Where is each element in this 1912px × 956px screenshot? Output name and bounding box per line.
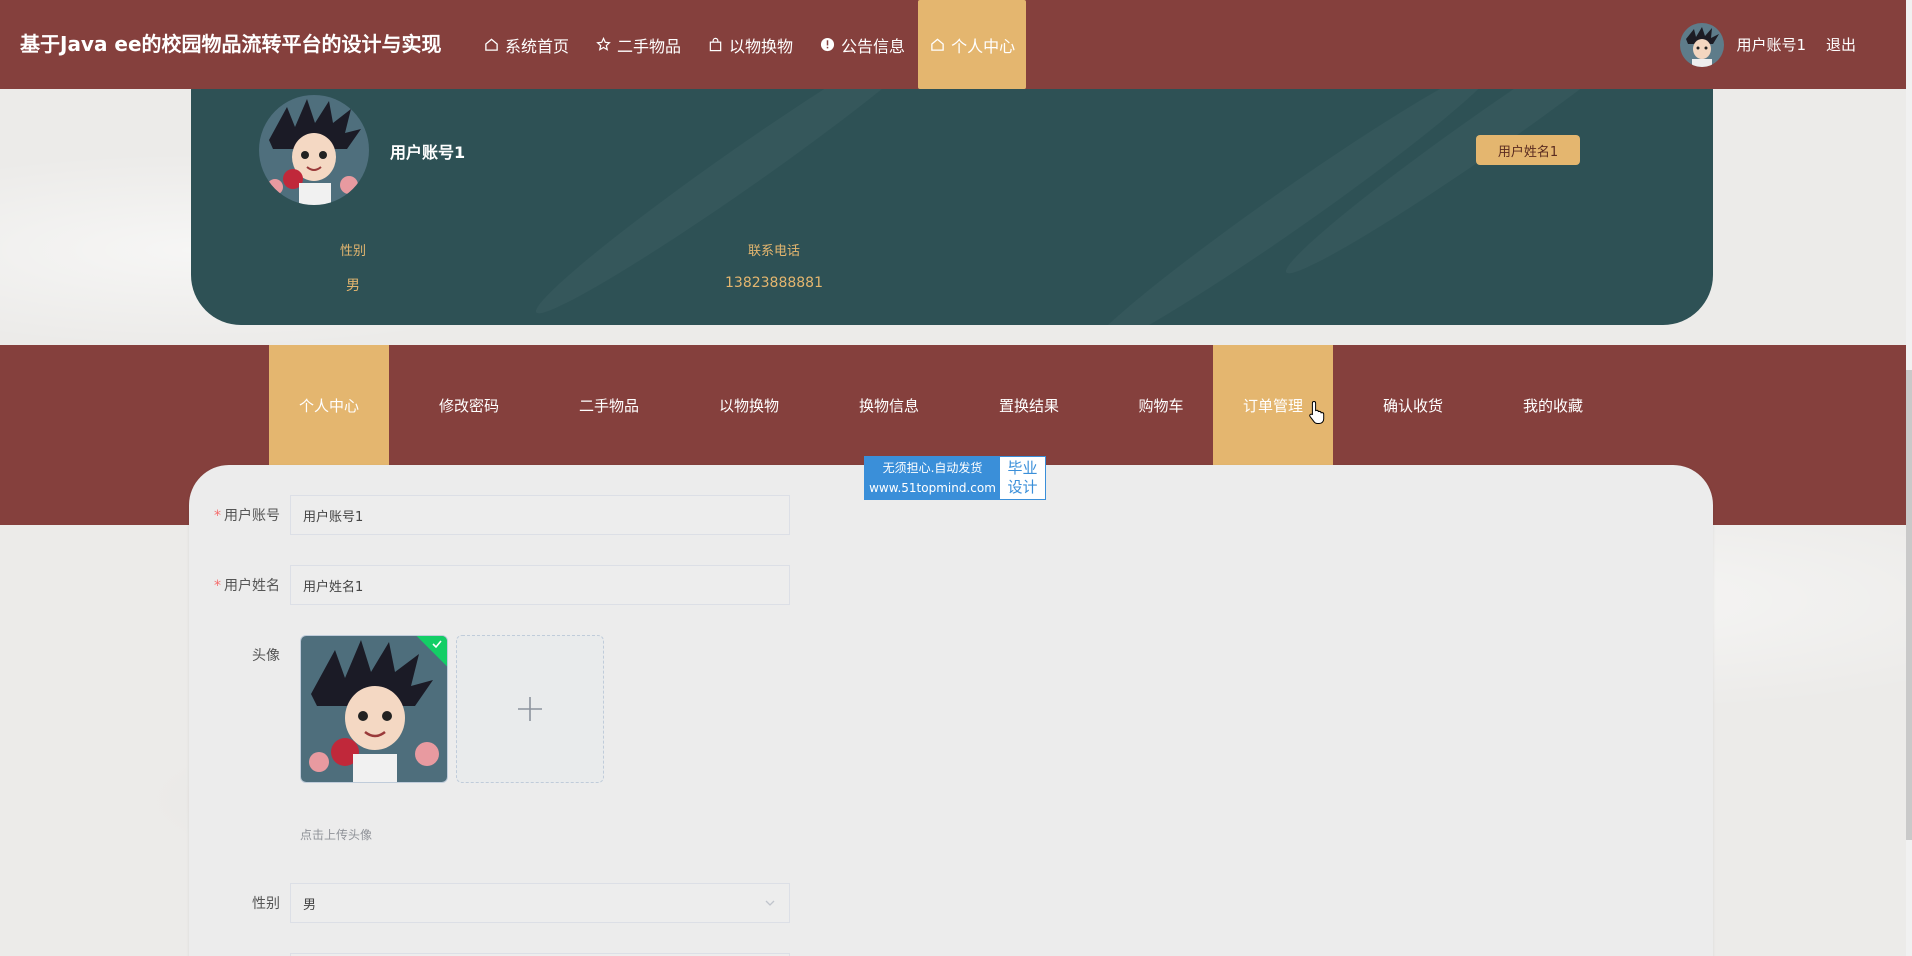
logout-link[interactable]: 退出 [1826,34,1856,55]
gender-row: 性别 男 [189,883,790,923]
page-scrollbar[interactable] [1906,0,1912,956]
menu-label: 个人中心 [298,396,359,415]
gender-value: 男 [346,278,360,294]
profile-card: 用户账号1 用户姓名1 性别 男 联系电话 13823888881 [191,89,1713,325]
username[interactable]: 用户账号1 [1736,34,1806,55]
home-icon [483,37,499,53]
nav-label: 系统首页 [505,36,570,56]
phone-label: 联系电话 [747,244,800,259]
name-badge: 用户姓名1 [1476,135,1580,165]
watermark-line1: 无须担心.自动发货 [882,461,983,475]
menu-label: 置换结果 [998,396,1059,415]
menu-cart[interactable]: 购物车 [1109,345,1213,465]
upload-tip: 点击上传头像 [300,828,373,842]
user-area: 用户账号1 退出 [1680,0,1856,89]
home-icon [929,37,945,53]
gender-selected-value: 男 [303,897,317,913]
nav-label: 个人中心 [951,36,1016,56]
star-icon [595,37,611,53]
watermark-line2: www.51topmind.com [869,481,996,495]
top-navbar: 基于Java ee的校园物品流转平台的设计与实现 系统首页 二手物品 以物换物 … [0,0,1906,89]
hand-cursor-icon [1309,400,1325,424]
name-label: * 用户姓名 [214,578,280,594]
account-row: * 用户账号 用户账号1 [189,495,790,535]
watermark-right2: 设计 [1007,478,1038,496]
top-nav: 系统首页 二手物品 以物换物 公告信息 个人中心 [470,0,1027,89]
scrollbar-thumb[interactable] [1906,370,1912,840]
watermark-right1: 毕业 [1007,459,1038,477]
account-label: * 用户账号 [214,508,280,524]
avatar-upload-button[interactable] [456,635,604,783]
background-decoration [1075,89,1508,325]
nav-label: 二手物品 [617,36,682,56]
nav-label: 公告信息 [841,36,906,56]
menu-personal-center[interactable]: 个人中心 [269,345,389,465]
menu-favorites[interactable]: 我的收藏 [1493,345,1613,465]
chevron-down-icon [765,900,775,906]
gender-label: 性别 [339,244,366,259]
bag-icon [707,37,723,53]
name-input[interactable]: 用户姓名1 [290,565,790,605]
menu-label: 以物换物 [718,396,779,415]
menu-exchange[interactable]: 以物换物 [669,345,829,465]
menu-label: 换物信息 [858,396,919,415]
phone-value: 13823888881 [725,275,823,291]
menu-exchange-result[interactable]: 置换结果 [949,345,1109,465]
avatar-row: 头像 [189,645,290,665]
menu-label: 确认收货 [1382,396,1443,415]
menu-label: 订单管理 [1242,396,1303,415]
nav-exchange[interactable]: 以物换物 [694,0,806,89]
watermark-badge: 无须担心.自动发货 www.51topmind.com 毕业 设计 [864,456,1046,500]
profile-form: * 用户账号 用户账号1 * 用户姓名 用户姓名1 头像 点击上传头像 性别 男 [189,465,1713,956]
gender-info: 性别 男 [333,240,373,295]
menu-secondhand[interactable]: 二手物品 [549,345,669,465]
check-icon [432,640,442,649]
nav-personal-center[interactable]: 个人中心 [918,0,1027,89]
nav-secondhand[interactable]: 二手物品 [582,0,694,89]
alert-circle-icon [819,37,835,53]
menu-confirm-receipt[interactable]: 确认收货 [1333,345,1493,465]
gender-label: 性别 [252,896,280,912]
name-row: * 用户姓名 用户姓名1 [189,565,790,605]
nav-home[interactable]: 系统首页 [470,0,582,89]
avatar[interactable] [1680,22,1725,67]
account-input[interactable]: 用户账号1 [290,495,790,535]
avatar-thumbnail[interactable] [300,635,448,783]
menu-label: 二手物品 [578,396,639,415]
nav-notice[interactable]: 公告信息 [806,0,918,89]
profile-account: 用户账号1 [390,143,466,162]
personal-menu: 个人中心 修改密码 二手物品 以物换物 换物信息 置换结果 购物车 订单管理 确… [269,345,1613,465]
menu-change-password[interactable]: 修改密码 [389,345,549,465]
menu-label: 我的收藏 [1522,396,1583,415]
phone-info: 联系电话 13823888881 [724,240,824,291]
gender-select[interactable]: 男 [290,883,790,923]
plus-icon [518,697,542,721]
menu-exchange-info[interactable]: 换物信息 [829,345,949,465]
avatar-label: 头像 [252,648,280,664]
profile-avatar [259,95,369,205]
menu-label: 修改密码 [438,396,499,415]
nav-label: 以物换物 [729,36,794,56]
site-title: 基于Java ee的校园物品流转平台的设计与实现 [20,32,442,56]
menu-label: 购物车 [1138,396,1184,415]
